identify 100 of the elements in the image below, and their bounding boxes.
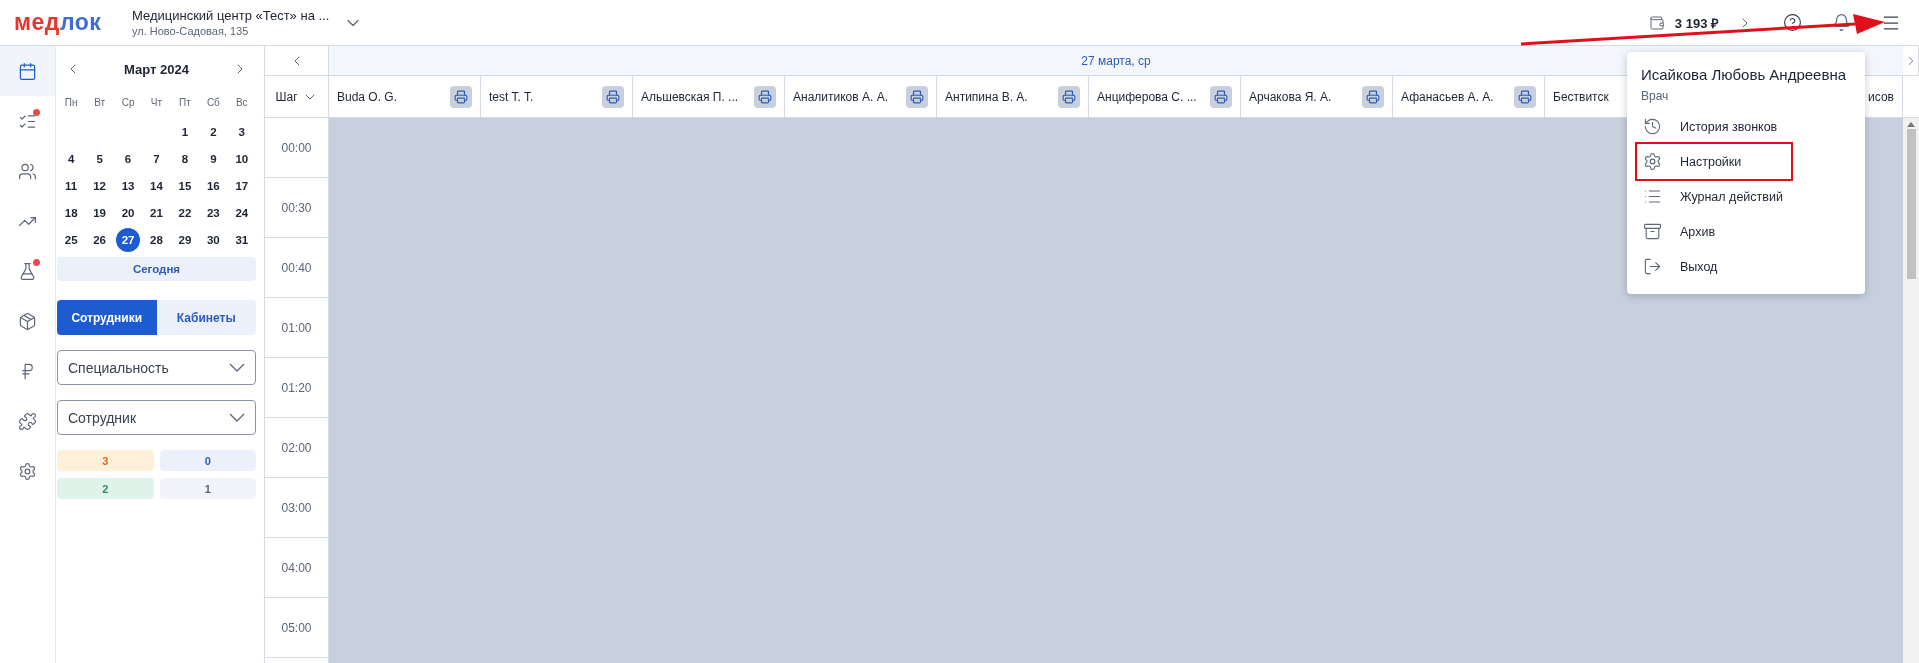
print-button[interactable] <box>602 85 624 108</box>
calendar-day[interactable]: 15 <box>172 173 197 198</box>
calendar-day[interactable]: 24 <box>229 200 254 225</box>
calendar-day[interactable]: 16 <box>201 173 226 198</box>
filter-select[interactable]: Специальность <box>57 350 256 385</box>
weekday-label: Сб <box>205 96 221 110</box>
calendar-day[interactable]: 12 <box>87 173 112 198</box>
scrollbar-thumb[interactable] <box>1906 129 1916 279</box>
today-button[interactable]: Сегодня <box>57 257 256 281</box>
calendar-day[interactable]: 4 <box>59 146 84 171</box>
calendar-day[interactable]: 22 <box>172 200 197 225</box>
view-tab[interactable]: Сотрудники <box>57 300 157 335</box>
staff-name: Buda O. G. <box>337 89 398 104</box>
print-button[interactable] <box>754 85 776 108</box>
view-tab[interactable]: Кабинеты <box>156 300 256 335</box>
staff-name: Бествитск <box>1553 89 1609 104</box>
time-label: 02:00 <box>281 440 312 455</box>
chevron-icon <box>229 363 245 372</box>
print-button[interactable] <box>1210 85 1232 108</box>
printer-icon <box>454 89 468 104</box>
clinic-name: Медицинский центр «Тест» на ... <box>132 8 330 23</box>
scroll-up-icon[interactable] <box>1907 122 1915 127</box>
weekday-label: Чт <box>149 96 164 110</box>
calendar-day[interactable]: 11 <box>59 173 84 198</box>
scrollbar[interactable] <box>1903 118 1919 663</box>
settings-icon <box>1643 152 1662 171</box>
print-button[interactable] <box>1514 85 1536 108</box>
print-button[interactable] <box>1362 85 1384 108</box>
counter: 3 <box>57 450 154 471</box>
user-name: Исайкова Любовь Андреевна <box>1641 66 1848 83</box>
calendar-day[interactable]: 20 <box>116 200 141 225</box>
calendar-day[interactable]: 8 <box>172 146 197 171</box>
staff-name: Аналитиков А. А. <box>793 89 888 104</box>
calendar-day[interactable]: 2 <box>201 119 226 144</box>
archive-icon <box>1643 222 1662 241</box>
calendar-day[interactable]: 13 <box>116 173 141 198</box>
calendar-day[interactable]: 3 <box>229 119 254 144</box>
counter: 0 <box>159 450 256 471</box>
calendar-day[interactable]: 26 <box>87 227 112 252</box>
calendar-day[interactable]: 19 <box>87 200 112 225</box>
printer-icon <box>1062 89 1076 104</box>
printer-icon <box>758 89 772 104</box>
weekday-label: Пн <box>63 96 79 110</box>
printer-icon <box>910 89 924 104</box>
staff-name: Анциферова С. ... <box>1097 89 1197 104</box>
filter-select[interactable]: Сотрудник <box>57 400 256 435</box>
flask-icon <box>18 261 37 281</box>
nav-item[interactable] <box>0 46 55 96</box>
menu-item[interactable]: История звонков <box>1637 109 1851 144</box>
calendar-day[interactable]: 27 <box>116 227 141 252</box>
calendar-day[interactable]: 6 <box>116 146 141 171</box>
balance[interactable]: 3 193 ₽ <box>1674 13 1719 32</box>
time-label: 03:00 <box>281 500 312 515</box>
calendar-day[interactable]: 14 <box>144 173 169 198</box>
calendar-day[interactable]: 31 <box>229 227 254 252</box>
clinic-address: ул. Ново-Садовая, 135 <box>132 25 250 37</box>
menu-item[interactable]: Архив <box>1637 214 1851 249</box>
time-label: 00:00 <box>281 140 312 155</box>
calendar-day[interactable]: 1 <box>172 119 197 144</box>
print-button[interactable] <box>906 85 928 108</box>
print-button[interactable] <box>450 85 472 108</box>
wallet-icon <box>1648 14 1665 31</box>
help-icon[interactable] <box>1783 13 1802 32</box>
calendar-day[interactable]: 25 <box>59 227 84 252</box>
calendar-day[interactable]: 23 <box>201 200 226 225</box>
printer-icon <box>606 89 620 104</box>
calendar-day[interactable]: 28 <box>144 227 169 252</box>
time-label: 00:40 <box>281 260 312 275</box>
calendar-day[interactable]: 9 <box>201 146 226 171</box>
history-icon <box>1643 117 1662 136</box>
print-button[interactable] <box>1058 85 1080 108</box>
settings-icon <box>18 461 37 481</box>
calendar-day[interactable]: 18 <box>59 200 84 225</box>
step-select[interactable]: Шаг <box>265 76 329 117</box>
time-label: 01:00 <box>281 320 312 335</box>
menu-item[interactable]: Журнал действий <box>1637 179 1851 214</box>
calendar-day[interactable]: 7 <box>144 146 169 171</box>
logo: медлок <box>14 9 103 36</box>
weekday-label: Вс <box>234 96 249 110</box>
calendar-day[interactable]: 5 <box>87 146 112 171</box>
calendar-day[interactable]: 30 <box>201 227 226 252</box>
menu-item[interactable]: Выход <box>1637 249 1851 284</box>
printer-icon <box>1366 89 1380 104</box>
time-label: 05:00 <box>281 620 312 635</box>
counter: 1 <box>159 478 256 499</box>
staff-name: Арчакова Я. А. <box>1249 89 1332 104</box>
calendar-day[interactable]: 21 <box>144 200 169 225</box>
date-label: 27 марта, ср <box>1081 53 1151 68</box>
weekday-label: Пт <box>178 96 192 110</box>
staff-name: Альшевская П. ... <box>641 89 739 104</box>
calendar-day[interactable]: 10 <box>229 146 254 171</box>
menu-item[interactable]: Настройки <box>1637 144 1791 179</box>
calendar-day[interactable]: 17 <box>229 173 254 198</box>
bell-icon[interactable] <box>1832 13 1851 32</box>
calendar-day[interactable]: 29 <box>172 227 197 252</box>
logout-icon <box>1643 257 1662 276</box>
staff-name: test T. T. <box>489 89 534 104</box>
list-icon <box>1643 187 1662 206</box>
counter: 2 <box>57 478 154 499</box>
calendar-icon <box>18 61 37 81</box>
